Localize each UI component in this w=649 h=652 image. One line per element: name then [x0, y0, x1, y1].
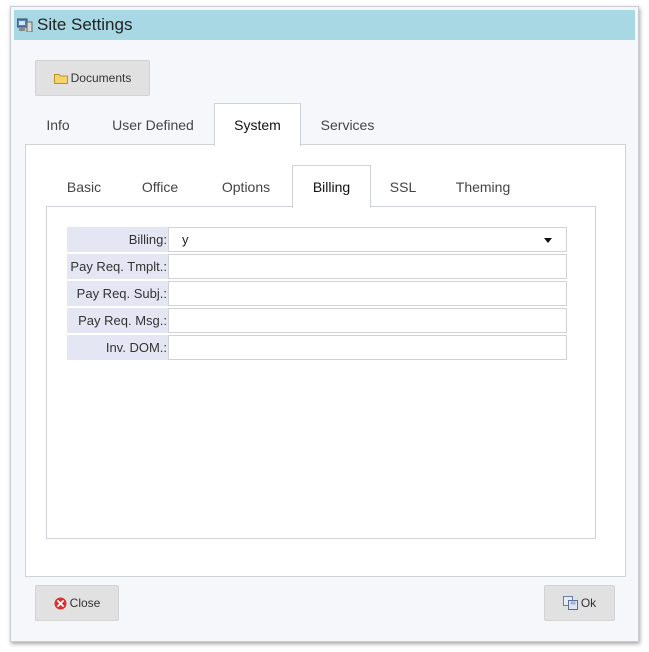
tab-user-defined-label: User Defined [112, 117, 194, 133]
documents-label: Documents [70, 71, 132, 85]
subtab-office-label: Office [141, 179, 179, 195]
subtab-ssl-label: SSL [389, 179, 417, 195]
subtab-office[interactable]: Office [134, 166, 186, 208]
site-settings-dialog: Site Settings Documents Info User Define… [10, 6, 639, 642]
close-circle-icon [54, 597, 67, 610]
pay-req-subj-input[interactable] [168, 281, 567, 306]
save-icon [562, 596, 578, 610]
billing-label: Billing: [67, 227, 168, 252]
pay-req-tmplt-row: Pay Req. Tmplt.: [67, 254, 567, 279]
tab-user-defined[interactable]: User Defined [101, 104, 205, 146]
ok-label: Ok [580, 596, 597, 610]
dropdown-caret-icon [544, 238, 552, 243]
billing-select[interactable]: y [168, 227, 567, 252]
billing-row: Billing: y [67, 227, 567, 252]
tab-system-label: System [234, 117, 281, 133]
subtab-theming-label: Theming [455, 179, 511, 195]
tab-services[interactable]: Services [309, 104, 386, 146]
pay-req-subj-label: Pay Req. Subj.: [67, 281, 168, 306]
system-tab-panel: Basic Office Options Billing SSL Theming… [25, 144, 626, 577]
subtab-billing-label: Billing [312, 179, 351, 195]
subtab-options-label: Options [221, 179, 271, 195]
inv-dom-label: Inv. DOM.: [67, 335, 168, 360]
documents-button[interactable]: Documents [35, 60, 150, 96]
ok-button[interactable]: Ok [544, 585, 615, 621]
tab-services-label: Services [320, 117, 375, 133]
tab-system[interactable]: System [214, 103, 301, 146]
tab-info-label: Info [46, 117, 70, 133]
subtab-ssl[interactable]: SSL [381, 166, 425, 208]
close-label: Close [69, 596, 101, 610]
pay-req-tmplt-label: Pay Req. Tmplt.: [67, 254, 168, 279]
pay-req-msg-row: Pay Req. Msg.: [67, 308, 567, 333]
close-button[interactable]: Close [35, 585, 119, 621]
billing-panel: Billing: y Pay Req. Tmplt.: Pay Req. Sub… [46, 206, 596, 539]
subtab-options[interactable]: Options [212, 166, 280, 208]
billing-value: y [182, 232, 189, 247]
tab-info[interactable]: Info [35, 104, 81, 146]
subtab-basic[interactable]: Basic [59, 166, 109, 208]
inv-dom-row: Inv. DOM.: [67, 335, 567, 360]
pay-req-tmplt-input[interactable] [168, 254, 567, 279]
pay-req-msg-label: Pay Req. Msg.: [67, 308, 168, 333]
subtab-basic-label: Basic [66, 179, 102, 195]
subtab-billing[interactable]: Billing [292, 165, 371, 208]
folder-icon [53, 73, 68, 84]
pay-req-subj-row: Pay Req. Subj.: [67, 281, 567, 306]
pay-req-msg-input[interactable] [168, 308, 567, 333]
window-title: Site Settings [37, 15, 133, 34]
computer-icon [17, 18, 33, 32]
title-bar: Site Settings [14, 10, 635, 40]
subtab-theming[interactable]: Theming [446, 166, 520, 208]
inv-dom-input[interactable] [168, 335, 567, 360]
